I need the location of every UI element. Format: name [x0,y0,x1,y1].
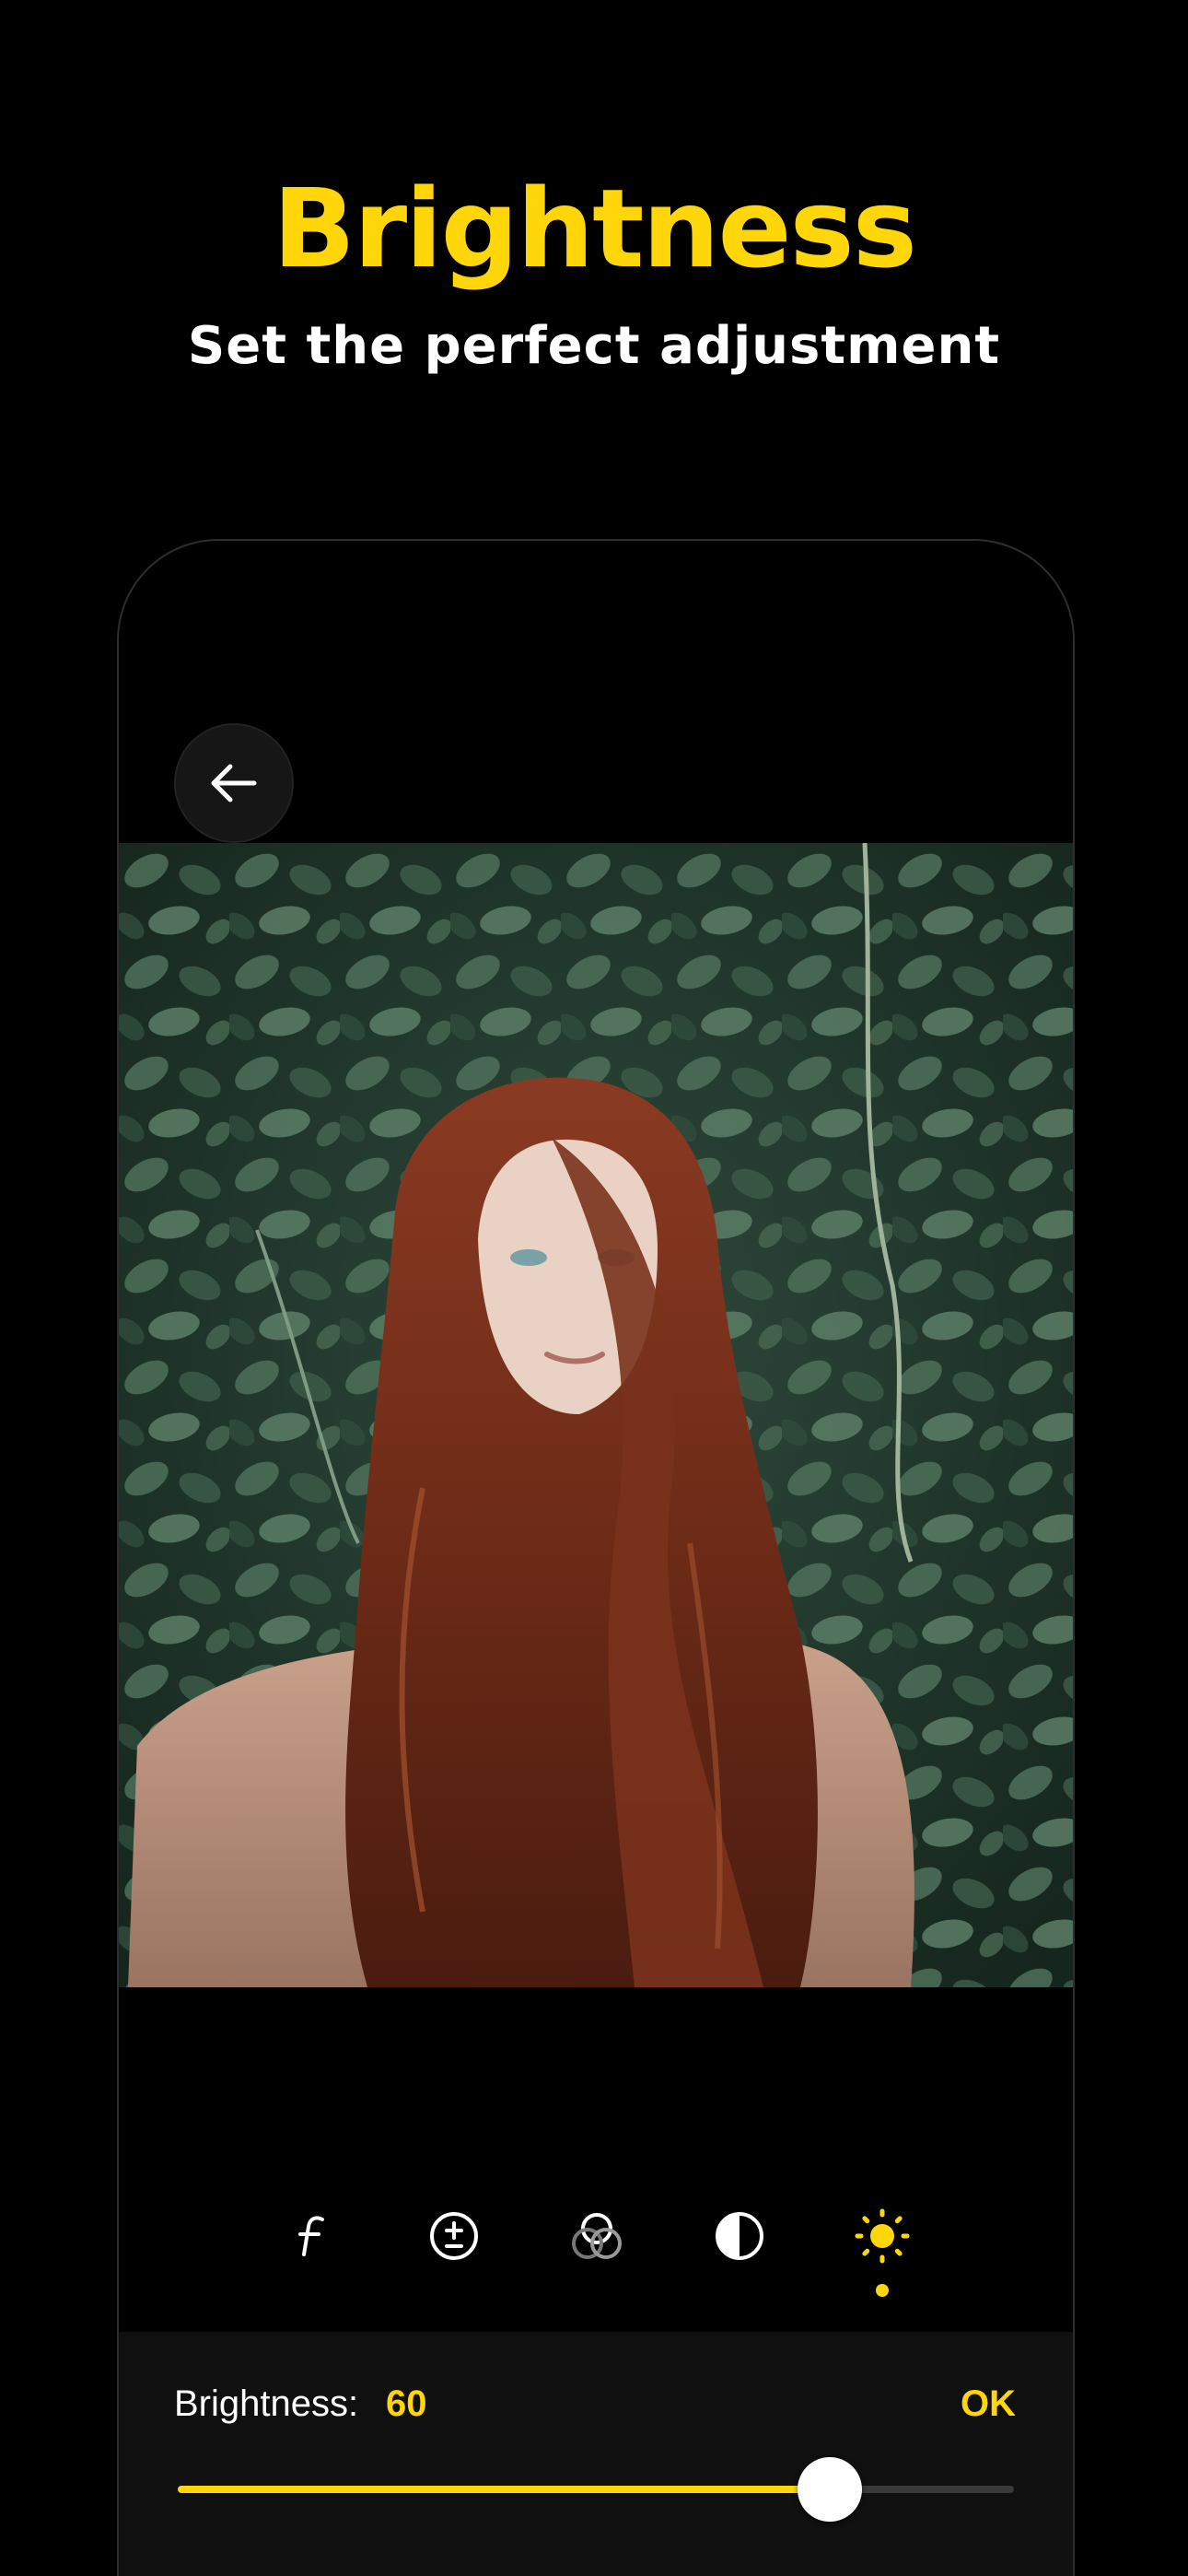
arrow-left-icon [211,764,257,802]
back-button[interactable] [174,723,294,843]
f-stop-icon [298,2216,324,2256]
ok-button[interactable]: OK [961,2378,1016,2430]
tool-color-mix[interactable] [551,2190,643,2282]
half-circle-icon [716,2212,763,2260]
sun-icon [855,2208,910,2264]
adjustment-toolbar [119,2190,1073,2301]
adjustment-panel: Brightness: 60 OK [119,2332,1073,2576]
photo-preview[interactable] [119,843,1073,1987]
adjustment-label: Brightness: [174,2383,359,2424]
tool-brightness[interactable] [836,2190,928,2297]
slider-thumb[interactable] [798,2457,863,2522]
tool-aperture[interactable] [265,2190,357,2282]
portrait-photo [119,843,1073,1987]
app-store-screenshot: Brightness Set the perfect adjustment Br… [0,0,1188,2576]
phone-frame: Brightness: 60 OK [117,539,1075,2576]
promo-title: Brightness [273,165,917,292]
tool-contrast[interactable] [693,2190,786,2282]
overlapping-circles-icon [572,2213,622,2259]
promo-subtitle: Set the perfect adjustment [187,316,1001,376]
adjustment-value: 60 [386,2383,427,2424]
active-indicator [876,2284,889,2297]
slider-fill [178,2486,831,2493]
tool-exposure[interactable] [408,2190,500,2282]
brightness-slider[interactable] [178,2457,1014,2522]
plus-minus-icon [430,2212,478,2260]
